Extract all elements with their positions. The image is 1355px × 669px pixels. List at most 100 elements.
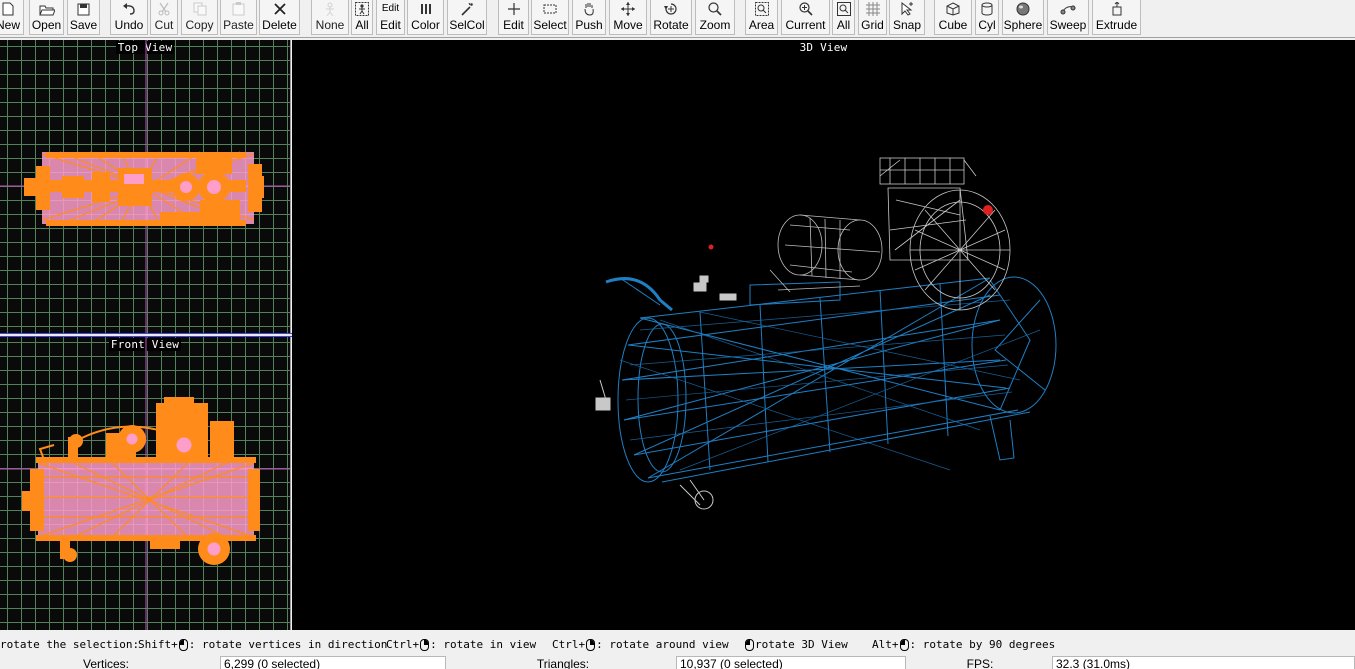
- zoom-current-icon: [782, 2, 829, 16]
- toolbar-button-current-20[interactable]: Current: [781, 0, 830, 35]
- hint-shift-rotate-direction: Shift+: rotate vertices in direction: [138, 638, 388, 651]
- zoom-area-icon: [746, 2, 777, 16]
- select-rectangle-icon: [532, 2, 568, 16]
- toolbar-button-delete-7[interactable]: Delete: [259, 0, 300, 35]
- toolbar-button-rotate-17[interactable]: Rotate: [650, 0, 692, 35]
- push-hand-icon: [573, 2, 605, 16]
- triangles-label: Triangles:: [536, 657, 590, 669]
- vertices-count: 6,299 (0 selected): [220, 656, 446, 669]
- paste-clipboard-icon: [221, 2, 256, 16]
- toolbar-button-label: Color: [411, 18, 440, 32]
- toolbar-button-extrude-28[interactable]: Extrude: [1092, 0, 1141, 35]
- toolbar-button-snap-23[interactable]: Snap: [889, 0, 925, 35]
- undo-arrow-icon: [111, 2, 147, 16]
- toolbar-button-cyl-25[interactable]: Cyl: [975, 0, 999, 35]
- top-view-viewport[interactable]: Top View: [0, 40, 291, 334]
- fittings-and-valves: [595, 275, 737, 510]
- fps-value: 32.3 (31.0ms): [1052, 656, 1355, 669]
- delete-x-icon: [260, 2, 299, 16]
- front-view-model: [0, 337, 290, 630]
- front-view-viewport[interactable]: Front View: [0, 337, 291, 630]
- 3d-model-air-compressor: [595, 157, 1057, 510]
- toolbar-button-color-11[interactable]: Color: [407, 0, 444, 35]
- top-view-selection: [24, 151, 264, 226]
- front-view-selection: [22, 397, 260, 565]
- toolbar-button-label: All: [836, 18, 851, 32]
- mouse-right-button-icon: [420, 638, 430, 651]
- toolbar-button-label: Sphere: [1003, 18, 1043, 32]
- mouse-left-button-icon: [178, 638, 188, 651]
- toolbar-button-label: New: [0, 18, 20, 32]
- toolbar-button-area-19[interactable]: Area: [745, 0, 778, 35]
- toolbar-button-label: Sweep: [1049, 18, 1087, 32]
- 3d-viewport[interactable]: 3D View: [292, 40, 1355, 630]
- toolbar: New Open Save Undo Cut Copy Paste Delete None All…: [0, 0, 1355, 38]
- mouse-left-button-icon: [745, 638, 754, 651]
- compressor-pump-wireframe: [879, 157, 1011, 311]
- mouse-left-button-icon: [899, 638, 909, 651]
- top-view-model: [0, 40, 290, 334]
- toolbar-button-select-14[interactable]: Select: [531, 0, 569, 35]
- toolbar-button-label: Open: [31, 18, 62, 32]
- open-folder-icon: [30, 2, 63, 16]
- select-none-icon: [312, 2, 348, 16]
- toolbar-button-label: Grid: [861, 18, 884, 32]
- toolbar-button-move-16[interactable]: Move: [609, 0, 647, 35]
- toolbar-button-label: Rotate: [653, 18, 689, 32]
- toolbar-button-label: Snap: [892, 18, 922, 32]
- toolbar-button-edit-13[interactable]: Edit: [498, 0, 529, 35]
- toolbar-button-copy-5[interactable]: Copy: [181, 0, 218, 35]
- toolbar-button-sphere-26[interactable]: Sphere: [1002, 0, 1044, 35]
- status-bar: Vertices: 6,299 (0 selected) Triangles: …: [0, 655, 1355, 669]
- toolbar-button-label: Cut: [154, 18, 174, 32]
- select-all-icon: [352, 2, 372, 16]
- edit-text-icon: Edit: [381, 3, 400, 14]
- triangles-count: 10,937 (0 selected): [676, 656, 906, 669]
- toolbar-button-undo-3[interactable]: Undo: [110, 0, 148, 35]
- compressor-tank-wireframe: [605, 276, 1057, 483]
- toolbar-button-label: Delete: [262, 18, 297, 32]
- toolbar-button-label: Current: [785, 18, 826, 32]
- toolbar-button-cube-24[interactable]: Cube: [934, 0, 972, 35]
- scissors-icon: [151, 2, 177, 16]
- toolbar-button-label: Copy: [185, 18, 214, 32]
- plus-cross-icon: [499, 2, 528, 16]
- toolbar-button-none-8[interactable]: None: [311, 0, 349, 35]
- toolbar-button-all-9[interactable]: All: [351, 0, 373, 35]
- toolbar-button-save-2[interactable]: Save: [67, 0, 100, 35]
- toolbar-button-label: Select: [533, 18, 567, 32]
- mouse-right-button-icon: [586, 638, 596, 651]
- toolbar-button-all-21[interactable]: All: [832, 0, 855, 35]
- toolbar-button-sweep-27[interactable]: Sweep: [1047, 0, 1089, 35]
- toolbar-button-label: Move: [613, 18, 643, 32]
- save-disk-icon: [68, 2, 99, 16]
- extrude-icon: [1093, 2, 1140, 16]
- hint-rotate-selection: rotate the selection:: [0, 638, 140, 651]
- toolbar-button-edit-10[interactable]: Edit Edit: [376, 0, 405, 35]
- toolbar-button-open-1[interactable]: Open: [29, 0, 64, 35]
- color-bars-icon: [408, 2, 443, 16]
- toolbar-button-label: Save: [69, 18, 98, 32]
- zoom-all-icon: [833, 2, 854, 16]
- toolbar-button-grid-22[interactable]: Grid: [858, 0, 887, 35]
- toolbar-button-zoom-18[interactable]: Zoom: [695, 0, 735, 35]
- hint-bar: rotate the selection: Shift+: rotate ver…: [0, 634, 1355, 654]
- toolbar-button-paste-6[interactable]: Paste: [220, 0, 257, 35]
- toolbar-button-new-0[interactable]: New: [0, 0, 24, 35]
- toolbar-button-label: Extrude: [1095, 18, 1138, 32]
- cube-icon: [935, 2, 971, 16]
- toolbar-button-cut-4[interactable]: Cut: [150, 0, 178, 35]
- toolbar-button-push-15[interactable]: Push: [572, 0, 606, 35]
- sphere-icon: [1003, 2, 1043, 16]
- toolbar-button-label: Zoom: [699, 18, 731, 32]
- electric-motor-wireframe: [769, 214, 883, 293]
- toolbar-button-selcol-12[interactable]: SelCol: [447, 0, 487, 35]
- hint-alt-rotate-90: Alt+: rotate by 90 degrees: [872, 638, 1056, 651]
- hint-ctrl-rotate-in-view: Ctrl+: rotate in view: [386, 638, 537, 651]
- toolbar-button-label: Push: [575, 18, 603, 32]
- pressure-gauge: [708, 205, 993, 250]
- toolbar-button-label: Paste: [223, 18, 254, 32]
- toolbar-button-label: Undo: [114, 18, 144, 32]
- toolbar-button-label: Cyl: [978, 18, 996, 32]
- toolbar-button-label: Cube: [938, 18, 968, 32]
